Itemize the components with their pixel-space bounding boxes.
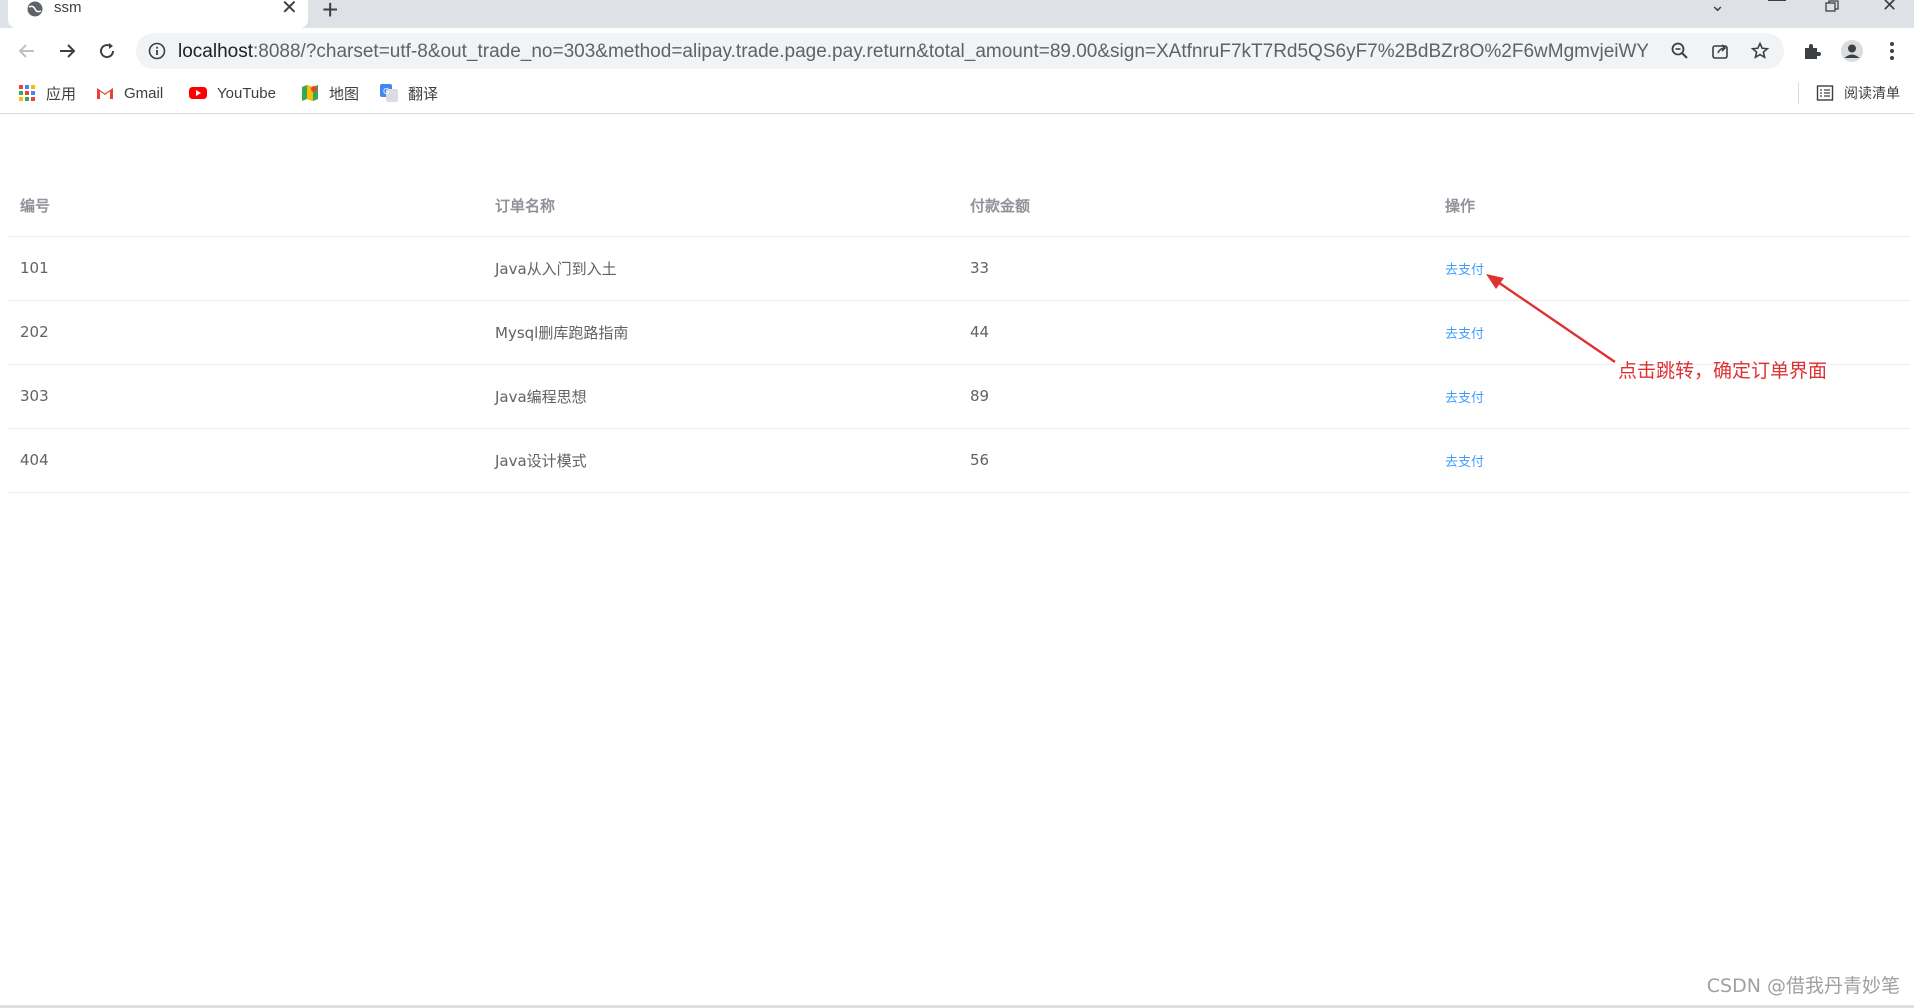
- restore-icon[interactable]: [1825, 0, 1839, 12]
- table-row: 404 Java设计模式 56 去支付: [8, 428, 1910, 493]
- bookmark-maps[interactable]: 地图: [301, 82, 359, 104]
- tab-close-icon[interactable]: ✕: [281, 0, 298, 18]
- url-text[interactable]: localhost:8088/?charset=utf-8&out_trade_…: [178, 42, 1648, 62]
- share-icon[interactable]: [1710, 41, 1730, 61]
- apps-grid-icon: [19, 85, 35, 101]
- header-id: 编号: [8, 175, 483, 237]
- annotation-text: 点击跳转，确定订单界面: [1618, 360, 1828, 382]
- gmail-icon: [97, 88, 113, 99]
- cell-amount: 33: [958, 236, 1433, 301]
- pay-link[interactable]: 去支付: [1445, 455, 1484, 470]
- globe-icon: [27, 1, 43, 17]
- close-window-icon[interactable]: ✕: [1882, 0, 1897, 14]
- url-path: :8088/?charset=utf-8&out_trade_no=303&me…: [253, 42, 1648, 62]
- reload-icon[interactable]: [94, 38, 120, 64]
- new-tab-icon[interactable]: +: [322, 0, 338, 24]
- browser-tab[interactable]: ssm ✕: [8, 0, 308, 28]
- zoom-icon[interactable]: [1670, 41, 1690, 61]
- header-action: 操作: [1433, 175, 1910, 237]
- annotation-arrow: [1486, 274, 1616, 363]
- reading-list-button[interactable]: 阅读清单: [1816, 82, 1900, 104]
- table-row: 202 Mysql删库跑路指南 44 去支付: [8, 300, 1910, 365]
- cell-order-name: Java从入门到入土: [483, 236, 958, 301]
- pay-link[interactable]: 去支付: [1445, 391, 1484, 406]
- url-host: localhost: [178, 42, 253, 62]
- translate-icon: G: [380, 84, 398, 102]
- cell-amount: 89: [958, 364, 1433, 429]
- cell-amount: 44: [958, 300, 1433, 365]
- tab-title: ssm: [54, 0, 82, 16]
- pay-link[interactable]: 去支付: [1445, 327, 1484, 342]
- watermark: CSDN @借我丹青妙笔: [1706, 975, 1900, 997]
- tab-strip: ssm ✕ + ⌄ — ✕: [0, 0, 1914, 28]
- cell-order-name: Java设计模式: [483, 428, 958, 493]
- menu-icon[interactable]: [1880, 39, 1904, 63]
- minimize-icon[interactable]: —: [1768, 0, 1786, 8]
- back-icon[interactable]: [14, 38, 40, 64]
- cell-order-name: Mysql删库跑路指南: [483, 300, 958, 365]
- header-order-name: 订单名称: [483, 175, 958, 237]
- cell-id: 404: [8, 428, 483, 493]
- youtube-icon: [189, 87, 207, 99]
- cell-id: 202: [8, 300, 483, 365]
- bookmark-label: Gmail: [124, 84, 164, 102]
- bookmarks-bar: 应用 Gmail YouTube 地图 G 翻译 阅读清单: [0, 74, 1914, 114]
- header-amount: 付款金额: [958, 175, 1433, 237]
- reading-list-icon: [1816, 85, 1834, 101]
- bookmark-gmail[interactable]: Gmail: [96, 82, 163, 104]
- reading-list-label: 阅读清单: [1844, 85, 1900, 101]
- bookmark-youtube[interactable]: YouTube: [189, 82, 276, 104]
- cell-amount: 56: [958, 428, 1433, 493]
- bookmark-label: 地图: [329, 85, 360, 103]
- bookmark-label: 应用: [46, 85, 77, 103]
- bookmarks-divider: [1798, 82, 1799, 104]
- forward-icon[interactable]: [54, 38, 80, 64]
- star-icon[interactable]: [1750, 41, 1770, 61]
- address-bar[interactable]: localhost:8088/?charset=utf-8&out_trade_…: [136, 33, 1784, 69]
- table-header-row: 编号 订单名称 付款金额 操作: [8, 175, 1910, 237]
- cell-id: 303: [8, 364, 483, 429]
- tab-search-icon[interactable]: ⌄: [1710, 0, 1725, 14]
- maps-icon: [302, 85, 318, 101]
- bookmark-translate[interactable]: G 翻译: [380, 82, 438, 104]
- site-info-icon[interactable]: [148, 42, 166, 60]
- profile-avatar-icon[interactable]: [1840, 39, 1864, 63]
- bookmark-label: 翻译: [408, 85, 439, 103]
- extensions-icon[interactable]: [1800, 39, 1824, 63]
- cell-order-name: Java编程思想: [483, 364, 958, 429]
- bookmark-label: YouTube: [217, 84, 276, 102]
- pay-link[interactable]: 去支付: [1445, 263, 1484, 278]
- browser-toolbar: localhost:8088/?charset=utf-8&out_trade_…: [0, 28, 1914, 74]
- cell-action: 去支付: [1433, 428, 1910, 493]
- bookmark-apps[interactable]: 应用: [18, 82, 76, 104]
- table-row: 101 Java从入门到入土 33 去支付: [8, 236, 1910, 301]
- cell-id: 101: [8, 236, 483, 301]
- page-content: 编号 订单名称 付款金额 操作 101 Java从入门到入土 33 去支付 20…: [0, 115, 1914, 1005]
- orders-table: 编号 订单名称 付款金额 操作 101 Java从入门到入土 33 去支付 20…: [8, 175, 1910, 493]
- svg-text:G: G: [383, 87, 389, 96]
